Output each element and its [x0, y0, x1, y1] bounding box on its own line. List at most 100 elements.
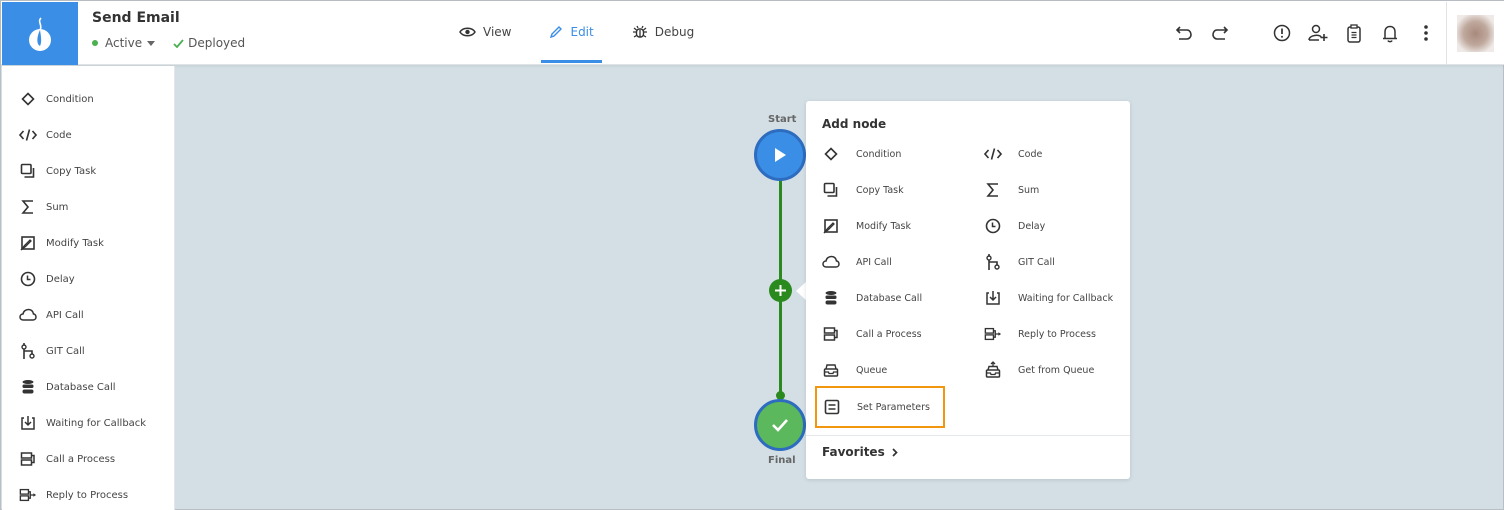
popup-item-copy-task[interactable]: Copy Task — [822, 175, 972, 205]
inbox-icon — [822, 361, 840, 379]
sidebar-item-label: Condition — [46, 93, 94, 105]
sidebar-item-reply-to-process[interactable]: Reply to Process — [2, 477, 175, 510]
alert-button[interactable] — [1269, 19, 1295, 47]
popup-item-reply-to-process[interactable]: Reply to Process — [984, 319, 1134, 349]
sigma-icon — [984, 181, 1002, 199]
sidebar-item-label: GIT Call — [46, 345, 85, 357]
undo-button[interactable] — [1171, 19, 1197, 47]
sidebar-item-api-call[interactable]: API Call — [2, 297, 175, 333]
popup-item-sum[interactable]: Sum — [984, 175, 1134, 205]
add-node-button[interactable] — [769, 279, 792, 302]
start-node[interactable] — [754, 129, 806, 181]
code-icon — [19, 126, 37, 144]
sidebar-item-sum[interactable]: Sum — [2, 189, 175, 225]
sidebar-item-modify-task[interactable]: Modify Task — [2, 225, 175, 261]
active-status-dot — [92, 40, 98, 46]
sidebar-item-waiting-for-callback[interactable]: Waiting for Callback — [2, 405, 175, 441]
popup-item-api-call[interactable]: API Call — [822, 247, 972, 277]
redo-icon — [1212, 26, 1229, 40]
popup-item-label: Database Call — [856, 292, 923, 304]
clock-icon — [19, 270, 37, 288]
diamond-icon — [822, 145, 840, 163]
check-icon — [173, 38, 184, 48]
header-actions — [1171, 19, 1439, 47]
bug-icon — [632, 25, 647, 38]
app-logo[interactable] — [2, 2, 78, 65]
cloud-icon — [822, 253, 840, 271]
user-menu[interactable] — [1446, 2, 1504, 65]
popup-item-set-parameters[interactable]: Set Parameters — [815, 386, 945, 428]
sidebar-item-condition[interactable]: Condition — [2, 81, 175, 117]
notifications-button[interactable] — [1377, 19, 1403, 47]
eye-icon — [459, 27, 476, 37]
add-node-popup: Add node Condition Copy Task Modify Task… — [806, 101, 1130, 479]
popup-item-modify-task[interactable]: Modify Task — [822, 211, 972, 241]
redo-button[interactable] — [1207, 19, 1233, 47]
sidebar-item-label: Database Call — [46, 381, 116, 393]
download-box-icon — [984, 289, 1002, 307]
plus-icon — [775, 285, 786, 296]
popup-item-label: API Call — [856, 256, 892, 268]
avatar[interactable] — [1457, 15, 1494, 52]
sidebar-item-label: Waiting for Callback — [46, 417, 147, 429]
list-box-icon — [823, 398, 841, 416]
popup-item-label: Code — [1018, 148, 1043, 160]
popup-item-label: Set Parameters — [857, 401, 930, 413]
alert-circle-icon — [1273, 24, 1291, 42]
more-vertical-icon — [1424, 25, 1428, 41]
popup-item-label: Call a Process — [856, 328, 922, 340]
final-node-label: Final — [768, 455, 796, 466]
edit-box-icon — [19, 234, 37, 252]
popup-item-get-from-queue[interactable]: Get from Queue — [984, 355, 1134, 385]
git-icon — [984, 253, 1002, 271]
sidebar-item-label: Call a Process — [46, 453, 116, 465]
top-header: Send Email Active Deployed View Edit Deb… — [1, 1, 1504, 65]
status-dropdown[interactable]: Active — [105, 36, 142, 50]
popup-item-database-call[interactable]: Database Call — [822, 283, 972, 313]
tab-view[interactable]: View — [451, 1, 519, 63]
sidebar-item-delay[interactable]: Delay — [2, 261, 175, 297]
play-icon — [775, 148, 786, 162]
process-title: Send Email — [92, 10, 180, 26]
popup-item-git-call[interactable]: GIT Call — [984, 247, 1134, 277]
popup-item-label: Waiting for Callback — [1018, 292, 1114, 304]
more-options-button[interactable] — [1413, 19, 1439, 47]
user-plus-icon — [1308, 24, 1328, 41]
status-row: Active Deployed — [92, 36, 245, 50]
tab-edit[interactable]: Edit — [541, 1, 602, 63]
sidebar-item-code[interactable]: Code — [2, 117, 175, 153]
favorites-link[interactable]: Favorites — [822, 445, 898, 459]
caret-down-icon[interactable] — [147, 40, 156, 46]
sidebar-item-label: Delay — [46, 273, 75, 285]
inbox-up-icon — [984, 361, 1002, 379]
popup-item-waiting-for-callback[interactable]: Waiting for Callback — [984, 283, 1134, 313]
sidebar-item-git-call[interactable]: GIT Call — [2, 333, 175, 369]
sidebar-item-call-a-process[interactable]: Call a Process — [2, 441, 175, 477]
copy-icon — [19, 162, 37, 180]
popup-item-label: Modify Task — [856, 220, 912, 232]
clock-icon — [984, 217, 1002, 235]
popup-item-label: Copy Task — [856, 184, 904, 196]
final-node[interactable] — [754, 399, 806, 451]
tab-debug[interactable]: Debug — [624, 1, 702, 63]
bell-icon — [1383, 25, 1397, 42]
sidebar-item-label: Code — [46, 129, 72, 141]
sidebar-item-label: Reply to Process — [46, 489, 129, 501]
tab-debug-label: Debug — [654, 25, 695, 39]
popup-item-queue[interactable]: Queue — [822, 355, 972, 385]
sidebar-item-database-call[interactable]: Database Call — [2, 369, 175, 405]
add-user-button[interactable] — [1305, 19, 1331, 47]
popup-item-label: Condition — [856, 148, 902, 160]
sidebar-item-label: Copy Task — [46, 165, 97, 177]
clipboard-button[interactable] — [1341, 19, 1367, 47]
popup-divider — [806, 435, 1130, 436]
popup-item-call-a-process[interactable]: Call a Process — [822, 319, 972, 349]
popup-item-delay[interactable]: Delay — [984, 211, 1134, 241]
popup-item-code[interactable]: Code — [984, 139, 1134, 169]
deployed-badge: Deployed — [173, 36, 245, 50]
popup-title: Add node — [822, 117, 887, 131]
start-node-label: Start — [768, 114, 797, 125]
sidebar-item-copy-task[interactable]: Copy Task — [2, 153, 175, 189]
popup-item-condition[interactable]: Condition — [822, 139, 972, 169]
chevron-right-icon — [892, 447, 898, 457]
